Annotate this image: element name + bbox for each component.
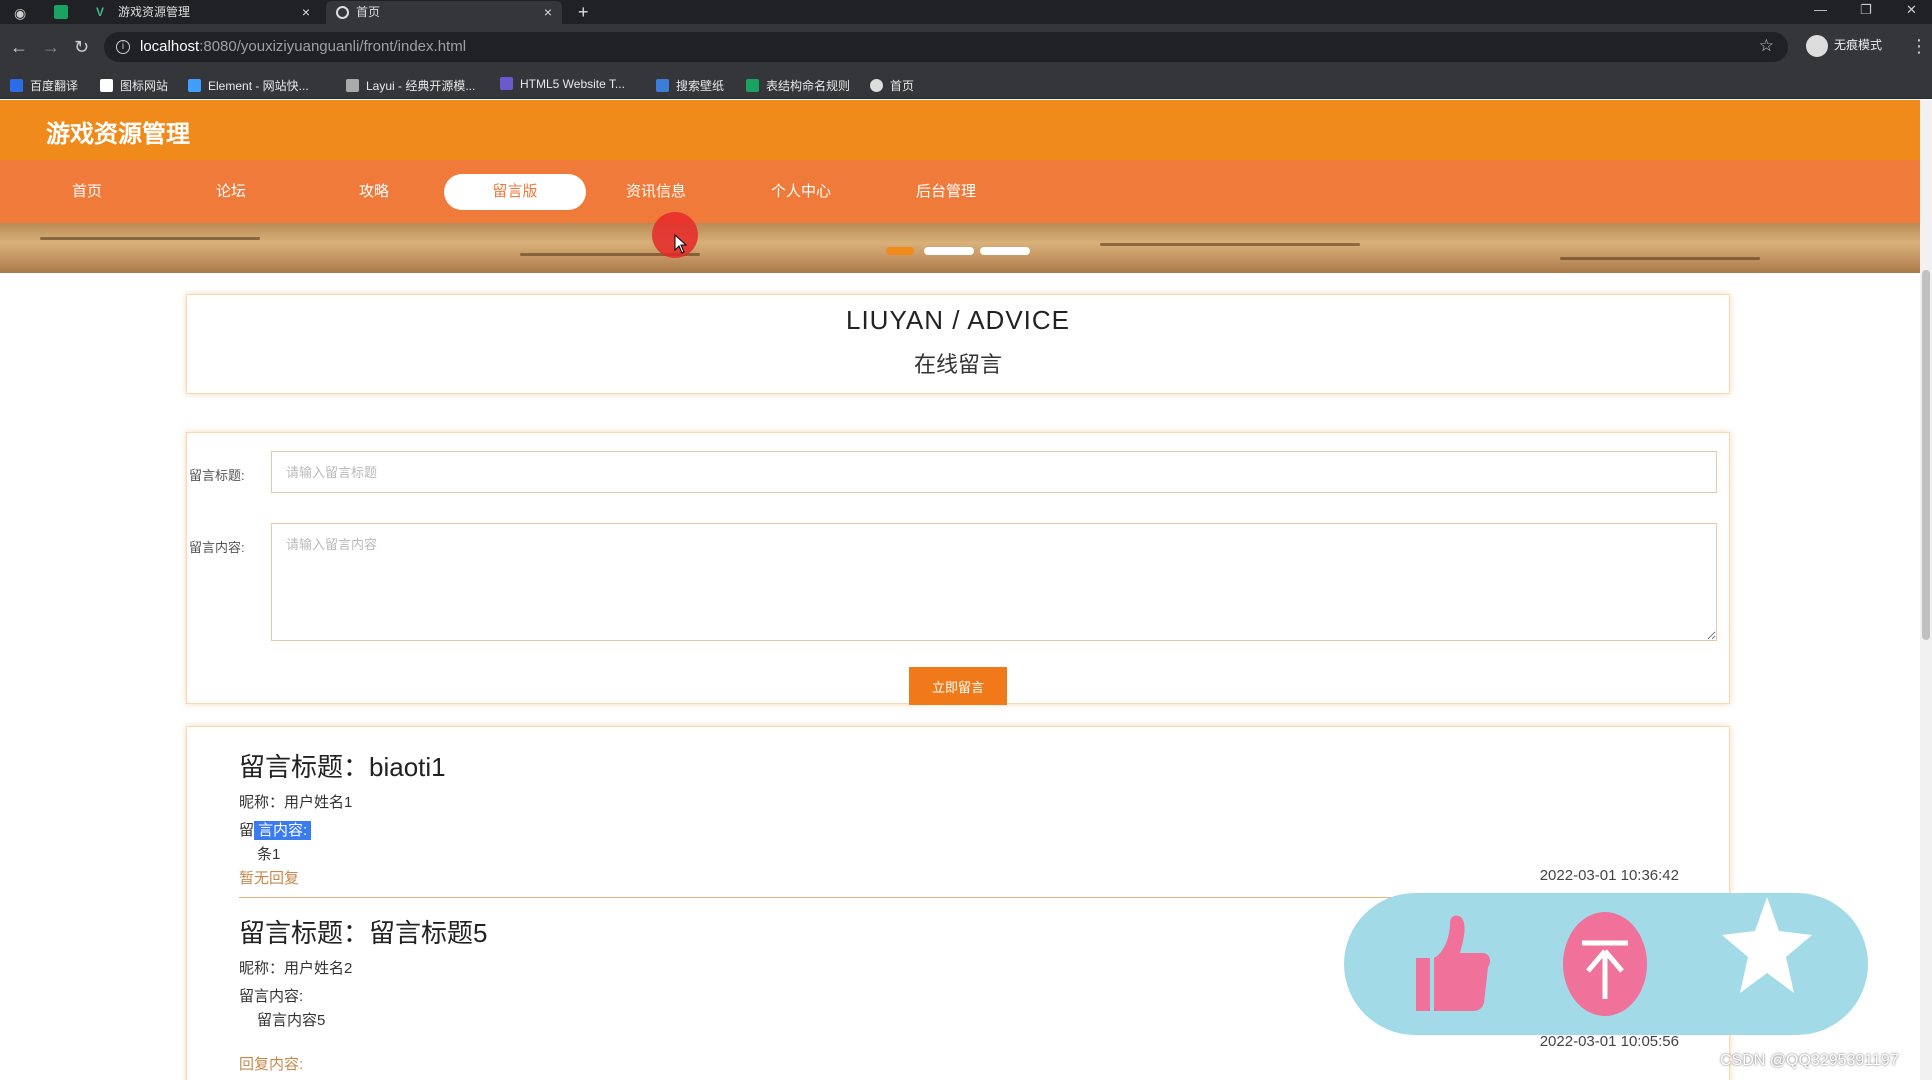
title-label: 留言标题: <box>189 468 245 483</box>
message-content-label: 留言内容: <box>239 819 312 840</box>
star-icon[interactable] <box>1722 895 1812 999</box>
content-label: 留言内容: <box>189 540 245 555</box>
vue-icon: V <box>96 5 105 19</box>
close-icon[interactable]: × <box>544 1 552 24</box>
message-nickname: 昵称：用户姓名2 <box>239 960 353 977</box>
scrollbar-thumb[interactable] <box>1922 270 1930 640</box>
bookmark-item[interactable]: 搜索壁纸 <box>656 77 724 94</box>
title-input[interactable] <box>271 451 1717 493</box>
bookmark-item[interactable]: Layui - 经典开源模... <box>346 77 475 94</box>
page-scrollbar[interactable] <box>1920 100 1932 1080</box>
submit-button[interactable]: 立即留言 <box>909 667 1007 705</box>
nav-forum[interactable]: 论坛 <box>160 174 302 210</box>
forward-button[interactable]: → <box>42 36 60 58</box>
watermark: CSDN @QQ3295391197 <box>1720 1052 1899 1069</box>
bookmark-item[interactable]: 百度翻译 <box>10 77 78 94</box>
close-icon[interactable]: × <box>302 1 310 24</box>
window-close-button[interactable]: ✕ <box>1906 0 1917 20</box>
message-title: 留言标题：biaoti1 <box>239 752 446 782</box>
bookmark-item[interactable]: Element - 网站快... <box>188 77 309 94</box>
message-title: 留言标题：留言标题5 <box>239 918 488 948</box>
browser-menu-button[interactable]: ⋮ <box>1910 36 1928 57</box>
bookmark-icon <box>346 79 359 92</box>
restore-button[interactable]: ❐ <box>1860 0 1872 20</box>
carousel-dot[interactable] <box>886 247 914 255</box>
browser-tab-bar: ◉ V 游戏资源管理 × 首页 × + — ❐ ✕ <box>0 0 1932 24</box>
content-textarea[interactable] <box>271 523 1717 641</box>
action-overlay <box>1344 893 1868 1035</box>
nav-news[interactable]: 资讯信息 <box>585 174 727 210</box>
url-text: localhost:8080/youxiziyuanguanli/front/i… <box>140 38 467 55</box>
coin-icon[interactable] <box>1562 911 1648 1017</box>
bookmark-icon <box>746 79 759 92</box>
message-content: 留言内容5 <box>257 1012 326 1029</box>
message-content: 条1 <box>257 846 281 863</box>
message-form: 留言标题: 留言内容: 立即留言 <box>186 432 1730 705</box>
bookmark-item[interactable]: 表结构命名规则 <box>746 77 850 94</box>
bookmarks-bar: 百度翻译 图标网站 Element - 网站快... Layui - 经典开源模… <box>0 71 1932 99</box>
globe-icon <box>336 6 349 19</box>
tab-game-resource[interactable]: V 游戏资源管理 × <box>88 1 320 24</box>
bookmark-item[interactable]: HTML5 Website T... <box>500 77 625 91</box>
bookmark-item[interactable]: 图标网站 <box>100 77 168 94</box>
incognito-indicator[interactable]: 无痕模式 <box>1806 35 1882 57</box>
carousel-dot[interactable] <box>924 247 974 255</box>
message-content-label: 留言内容: <box>239 988 304 1005</box>
address-bar-row: ← → ↻ i localhost:8080/youxiziyuanguanli… <box>0 24 1932 71</box>
browser-globe-icon: ◉ <box>14 5 27 21</box>
nav-guides[interactable]: 攻略 <box>303 174 445 210</box>
tab-home[interactable]: 首页 × <box>326 1 562 24</box>
heading-card: LIUYAN / ADVICE 在线留言 <box>186 294 1730 394</box>
message-time: 2022-03-01 10:05:56 <box>1539 1033 1679 1050</box>
thumbs-up-icon[interactable] <box>1406 913 1492 1013</box>
nav-personal-center[interactable]: 个人中心 <box>730 174 872 210</box>
mouse-cursor-icon <box>674 234 688 254</box>
main-nav: 首页 论坛 攻略 留言版 资讯信息 个人中心 后台管理 <box>0 160 1920 223</box>
bookmark-icon <box>656 79 669 92</box>
reload-button[interactable]: ↻ <box>74 36 89 58</box>
minimize-button[interactable]: — <box>1814 0 1827 20</box>
bookmark-icon <box>500 77 513 90</box>
globe-icon <box>870 79 883 92</box>
tab-label: 首页 <box>356 5 381 19</box>
message-nickname: 昵称：用户姓名1 <box>239 794 353 811</box>
nav-admin[interactable]: 后台管理 <box>875 174 1017 210</box>
message-reply: 暂无回复 <box>239 870 300 887</box>
page-viewport: 游戏资源管理 首页 论坛 攻略 留言版 资讯信息 个人中心 后台管理 LIUYA… <box>0 100 1932 1080</box>
nav-message-board[interactable]: 留言版 <box>444 174 586 210</box>
flag-icon <box>100 79 113 92</box>
site-title[interactable]: 游戏资源管理 <box>46 114 190 149</box>
tab-label: 游戏资源管理 <box>118 5 191 19</box>
bookmark-star-icon[interactable]: ☆ <box>1759 36 1774 56</box>
url-field[interactable]: i localhost:8080/youxiziyuanguanli/front… <box>104 32 1788 62</box>
message-time: 2022-03-01 10:36:42 <box>1539 867 1679 884</box>
incognito-icon <box>1806 35 1828 57</box>
message-reply: 回复内容: <box>239 1056 304 1073</box>
bookmark-icon <box>10 79 23 92</box>
heading-en: LIUYAN / ADVICE <box>845 305 1071 335</box>
pinned-tab-icon[interactable] <box>54 5 68 19</box>
bookmark-icon <box>188 79 201 92</box>
nav-home[interactable]: 首页 <box>16 174 158 210</box>
info-icon[interactable]: i <box>116 40 130 54</box>
banner-carousel <box>0 223 1920 273</box>
carousel-dot[interactable] <box>980 247 1030 255</box>
back-button[interactable]: ← <box>10 36 28 58</box>
new-tab-button[interactable]: + <box>578 0 589 24</box>
bookmark-item[interactable]: 首页 <box>870 77 914 94</box>
site-header: 游戏资源管理 <box>0 100 1920 160</box>
heading-cn: 在线留言 <box>913 352 1002 377</box>
